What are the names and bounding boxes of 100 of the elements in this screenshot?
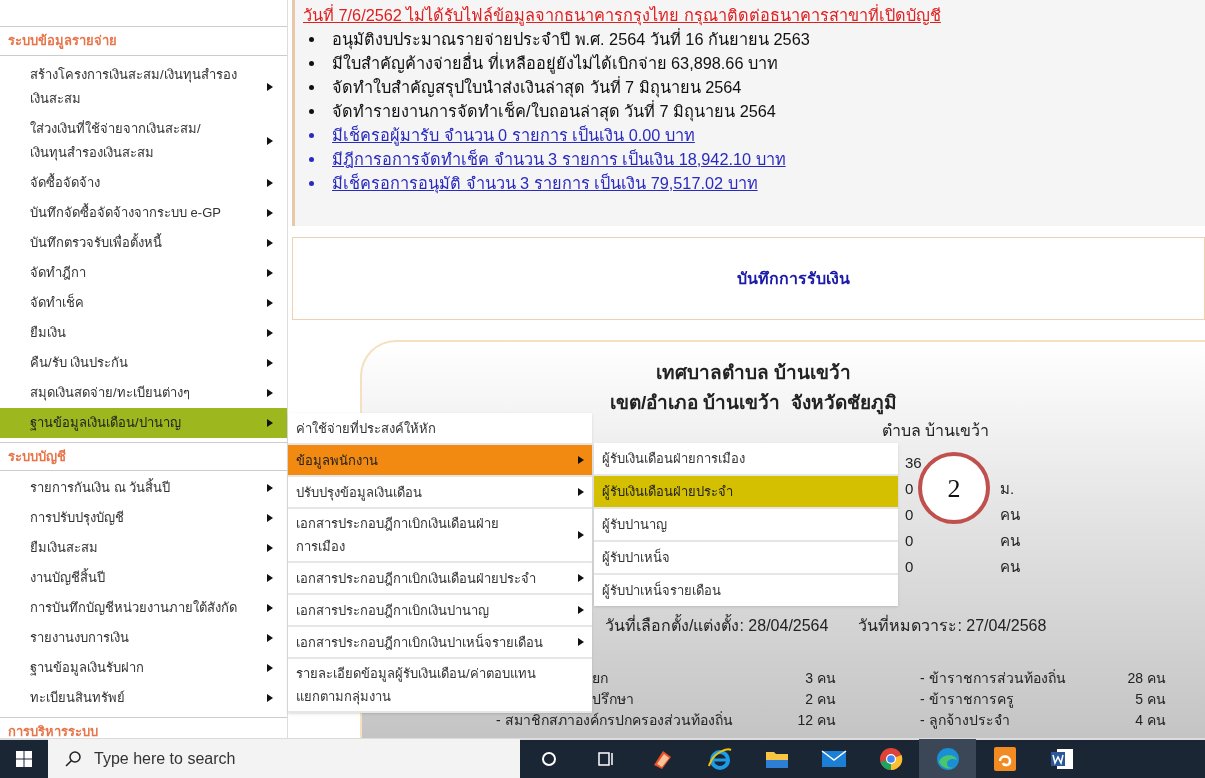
staff-count: 3 คน [804,669,836,688]
notice-text: อนุมัติงบประมาณรายจ่ายประจำปี พ.ศ. 2564 วันที่ 16 กันยายน 2563 [332,27,810,51]
submenu-arrow-icon [267,694,273,702]
submenu-arrow-icon [267,82,273,91]
submenu-arrow-icon [267,136,273,145]
menu-item[interactable]: เอกสารประกอบฎีกาเบิกเงินปานาญ [288,595,592,625]
submenu-arrow-icon [578,606,584,614]
menu-item[interactable]: ข้อมูลพนักงาน [288,445,592,475]
bullet-icon [309,60,314,66]
menu-item[interactable]: ผู้รับเงินเดือนฝ่ายประจำ [594,476,898,507]
staff-label: - ลูกจ้างประจำ [920,711,1011,731]
figure-unit: คน [1000,531,1020,549]
submenu-arrow-icon [267,484,273,492]
staff-count: 28 คน [1126,669,1166,688]
bullet-icon [309,132,314,138]
figure-unit: ม. [1000,479,1015,497]
staff-label: - ข้าราชการส่วนท้องถิ่น [920,668,1067,688]
submenu-arrow-icon [578,574,584,582]
word-icon [1048,747,1075,771]
bullet-icon [309,156,314,162]
menu-item[interactable]: เอกสารประกอบฎีกาเบิกเงินเดือนฝ่าย การเมือง [288,509,592,561]
bullet-icon [309,36,314,42]
windows-icon [16,751,32,767]
sidebar-item[interactable]: จัดทำฎีกา [0,257,287,288]
bullet-icon [309,108,314,114]
figure-value: 0 [905,478,915,499]
menu-item[interactable]: ผู้รับปาเหน็จรายเดือน [594,575,898,606]
search-field[interactable]: Type here to search [48,739,520,778]
submenu-arrow-icon [267,358,273,367]
term-end-date: วันที่หมดวาระ: 27/04/2568 [858,614,1047,636]
address-text: ตำบล บ้านเขว้า [882,422,990,439]
submenu-arrow-icon [578,638,584,646]
submenu-arrow-icon [267,268,273,277]
sidebar-item[interactable]: บันทึกจัดซื้อจัดจ้างจากระบบ e-GP [0,197,287,228]
submenu-arrow-icon [267,328,273,337]
submenu-arrow-icon [578,456,584,464]
sidebar-item[interactable]: สร้างโครงการเงินสะสม/เงินทุนสำรอง เงินสะสม [0,59,287,114]
menu-item[interactable]: ผู้รับปาเหน็จ [594,542,898,573]
submenu-arrow-icon [267,544,273,552]
staff-label: - สมาชิกสภาองค์กรปกครองส่วนท้องถิ่น [496,712,733,728]
sidebar-item[interactable]: ฐานข้อมูลเงินรับฝาก [0,653,287,683]
sidebar-item[interactable]: ยืมเงิน [0,317,287,348]
submenu-arrow-icon [267,514,273,522]
chrome-icon [877,746,904,772]
sidebar-item[interactable]: สมุดเงินสดจ่าย/ทะเบียนต่างๆ [0,377,287,408]
org-name: เขต/อำเภอ บ้านเขว้า จังหวัดชัยภูมิ [608,391,899,417]
notice-link[interactable]: มีเช็ครอผู้มารับ จำนวน 0 รายการ เป็นเงิน 0.00 บาท [332,123,695,147]
submenu-arrow-icon [267,574,273,582]
sidebar-item[interactable]: ยืมเงินสะสม [0,533,287,563]
menu-item[interactable]: ผู้รับเงินเดือนฝ่ายการเมือง [594,443,898,474]
sidebar-item[interactable]: จัดซื้อจัดจ้าง [0,167,287,198]
menu-item[interactable]: รายละเอียดข้อมูลผู้รับเงินเดือน/ค่าตอบแทน แยกตามกลุ่มงาน [288,659,592,711]
bullet-icon [309,84,314,90]
edge-icon [934,746,961,772]
staff-label: ปรึกษา [592,691,634,707]
elected-date: วันที่เลือกตั้ง/แต่งตั้ง: 28/04/2564 [605,614,829,638]
menu-item[interactable]: ปรับปรุงข้อมูลเงินเดือน [288,477,592,507]
notice-link[interactable]: มีเช็ครอการอนุมัติ จำนวน 3 รายการ เป็นเงิน 79,517.02 บาท [332,171,758,195]
sidebar-item[interactable]: การบันทึกบัญชีหน่วยงานภายใต้สังกัด [0,593,287,623]
sidebar-item[interactable]: การปรับปรุงบัญชี [0,503,287,533]
staff-count: 2 คน [804,690,836,709]
sidebar-item[interactable]: ทะเบียนสินทรัพย์ [0,683,287,713]
search-icon [64,750,82,768]
org-name: เทศบาลตำบล บ้านเขว้า [654,361,853,385]
task-view-icon [596,750,615,768]
notice-text: มีใบสำคัญค้างจ่ายอื่น ที่เหลืออยู่ยังไม่ได้เบิกจ่าย 63,898.66 บาท [332,51,778,75]
notice-text: จัดทำรายงานการจัดทำเช็ค/ใบถอนล่าสุด วันที่ 7 มิถุนายน 2564 [332,99,776,123]
mail-icon [820,749,847,769]
menu-item[interactable]: เอกสารประกอบฎีกาเบิกเงินเดือนฝ่ายประจำ [288,563,592,593]
sidebar-item[interactable]: งานบัญชีสิ้นปี [0,563,287,593]
sidebar-item[interactable]: บันทึกตรวจรับเพื่อตั้งหนี้ [0,227,287,258]
staff-label: ยก [592,670,608,686]
submenu-arrow-icon [267,178,273,187]
alert-link[interactable]: วันที่ 7/6/2562 ไม่ได้รับไฟล์ข้อมูลจากธนาคารกรุงไทย กรุณาติดต่อธนาคารสาขาที่เปิดบัญชี [303,6,941,24]
sidebar-item[interactable]: คืน/รับ เงินประกัน [0,347,287,378]
figure-value: 0 [905,504,915,525]
sidebar-item[interactable]: จัดทำเช็ค [0,287,287,318]
section-header: การบริหารระบบ [0,717,287,738]
staff-label: - ข้าราชการครู [920,690,1015,710]
browser-e-icon [706,746,733,772]
sidebar-item[interactable]: รายงานงบการเงิน [0,623,287,653]
submenu-arrow-icon [267,604,273,612]
sidebar-item[interactable]: ฐานข้อมูลเงินเดือน/ปานาญ [0,407,287,438]
menu-item[interactable]: เอกสารประกอบฎีกาเบิกเงินปาเหน็จรายเดือน [288,627,592,657]
section-header: ระบบข้อมูลรายจ่าย [0,26,287,56]
circle-icon [540,751,557,767]
submenu-arrow-icon [267,418,273,427]
sidebar-item[interactable]: ใส่วงเงินที่ใช้จ่ายจากเงินสะสม/ เงินทุนสำรองเงินสะสม [0,113,287,168]
submenu-arrow-icon [267,388,273,397]
menu-item[interactable]: ผู้รับปานาญ [594,509,898,540]
submenu-arrow-icon [578,531,584,539]
submenu-arrow-icon [267,238,273,247]
receipt-link[interactable]: บันทึกการรับเงิน [647,266,850,291]
sidebar-item[interactable]: รายการกันเงิน ณ วันสิ้นปี [0,473,287,503]
notice-text: จัดทำใบสำคัญสรุปใบนำส่งเงินล่าสุด วันที่ 7 มิถุนายน 2564 [332,75,742,99]
menu-item[interactable]: ค่าใช้จ่ายที่ประสงค์ให้หัก [288,413,592,443]
staff-count: 12 คน [796,711,836,730]
notice-link[interactable]: มีฎีการอการจัดทำเช็ค จำนวน 3 รายการ เป็นเงิน 18,942.10 บาท [332,147,786,171]
submenu-arrow-icon [267,208,273,217]
staff-count: 5 คน [1134,690,1166,709]
